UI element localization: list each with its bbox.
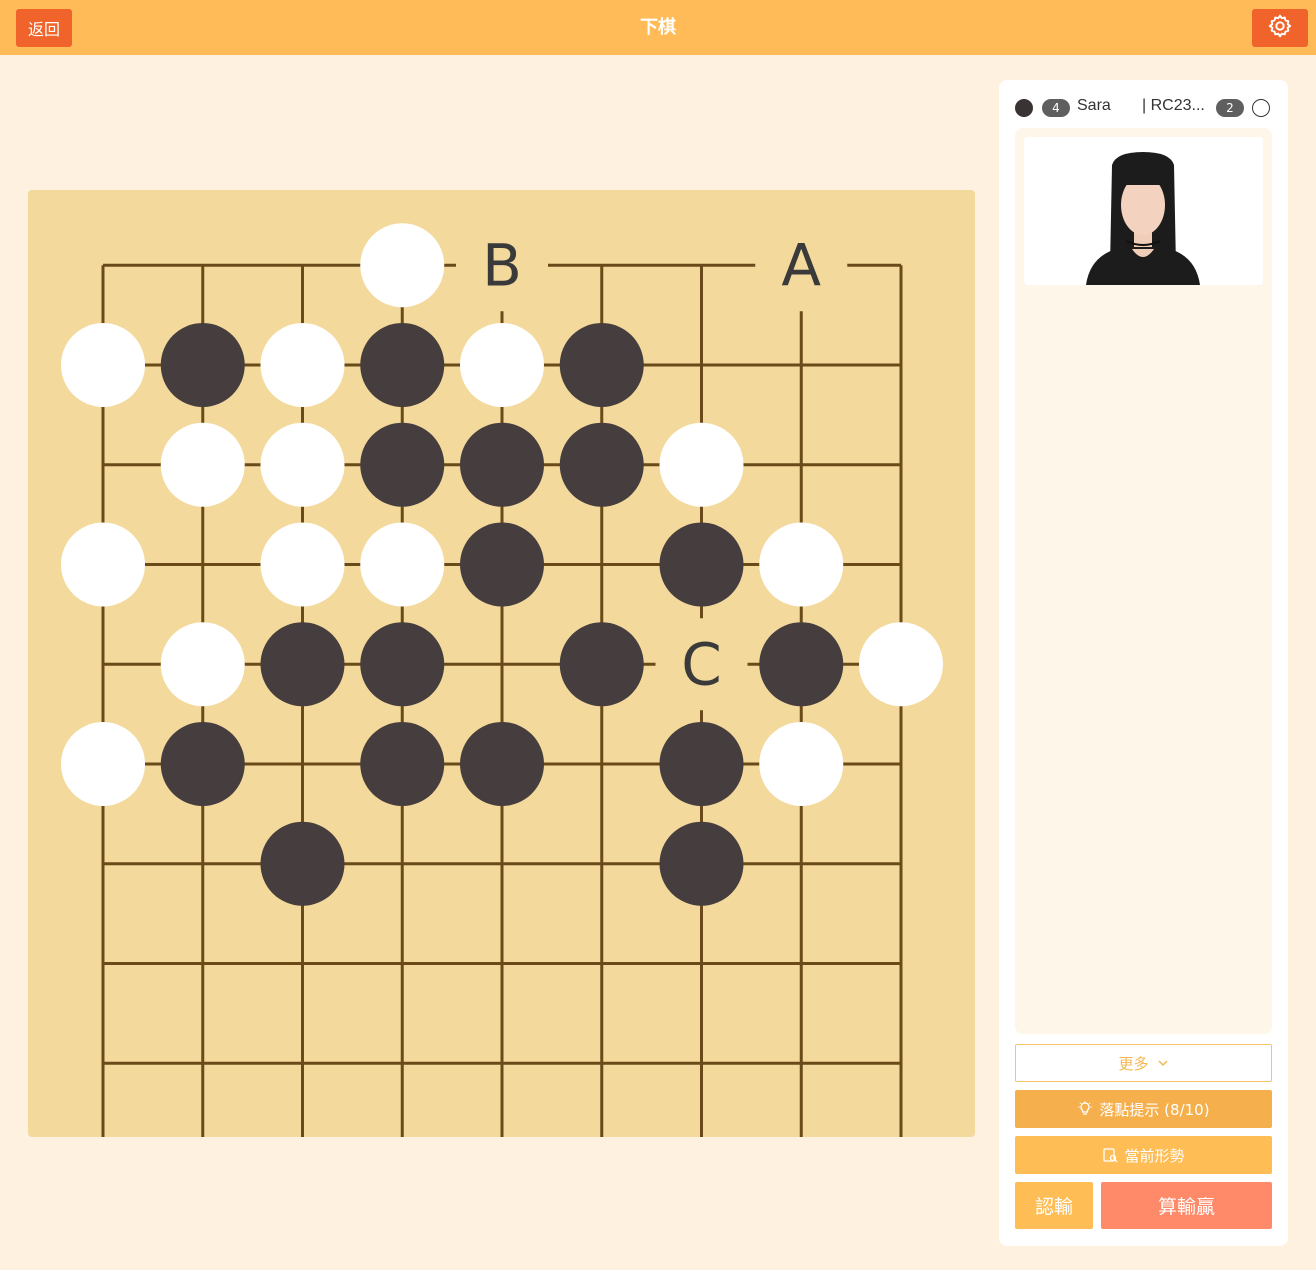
top-bar: 返回 下棋 — [0, 0, 1316, 55]
black-stone — [559, 622, 644, 707]
board-canvas[interactable]: B A C — [28, 190, 975, 1137]
black-stone-icon — [1015, 99, 1033, 117]
black-stone — [559, 422, 644, 507]
black-stone — [460, 522, 544, 607]
situation-label: 當前形勢 — [1124, 1146, 1185, 1165]
black-stone — [659, 722, 744, 806]
black-stone — [360, 422, 445, 507]
black-stone — [460, 422, 544, 507]
black-stone — [559, 323, 644, 407]
white-stone — [360, 522, 445, 607]
black-stone — [360, 323, 445, 407]
avatar — [1024, 137, 1263, 285]
white-stone — [260, 422, 345, 507]
board-label: C — [681, 630, 722, 698]
black-stone — [260, 821, 345, 906]
white-stone — [260, 323, 345, 407]
white-stone — [859, 622, 943, 707]
black-stone — [360, 622, 445, 707]
board-analysis-icon — [1102, 1147, 1118, 1163]
black-stone — [360, 722, 445, 806]
player-bar: 4 Sara | RC23... 2 — [999, 94, 1288, 122]
board-label: A — [781, 231, 821, 299]
more-label: 更多 — [1118, 1054, 1149, 1073]
side-panel: 4 Sara | RC23... 2 更多 落點提示 (8/10) 當前形勢 認… — [999, 80, 1288, 1246]
black-stone — [260, 622, 345, 707]
chevron-down-icon — [1157, 1057, 1169, 1069]
white-stone — [360, 223, 445, 308]
go-board[interactable]: B A C — [28, 190, 975, 1137]
white-player-name: | RC23... — [1142, 97, 1205, 114]
hint-button[interactable]: 落點提示 (8/10) — [1015, 1090, 1272, 1128]
white-stone — [759, 522, 844, 607]
board-label: B — [482, 231, 522, 299]
more-button[interactable]: 更多 — [1015, 1044, 1272, 1082]
white-stone — [160, 622, 245, 707]
white-stone-icon — [1252, 99, 1270, 117]
black-stone — [659, 821, 744, 906]
black-player-name: Sara — [1077, 97, 1111, 114]
page-title: 下棋 — [640, 17, 676, 38]
black-stone — [160, 722, 245, 806]
settings-button[interactable] — [1252, 9, 1308, 47]
black-stone — [659, 522, 744, 607]
black-capture-count: 4 — [1042, 99, 1070, 117]
lightbulb-icon — [1077, 1101, 1093, 1117]
white-stone — [160, 422, 245, 507]
resign-button[interactable]: 認輸 — [1015, 1182, 1093, 1229]
white-stone — [260, 522, 345, 607]
white-stone — [61, 323, 145, 407]
score-button[interactable]: 算輸贏 — [1101, 1182, 1272, 1229]
white-stone — [460, 323, 544, 407]
hint-label: 落點提示 (8/10) — [1099, 1100, 1210, 1119]
white-stone — [61, 522, 145, 607]
gear-icon — [1267, 13, 1293, 43]
white-capture-count: 2 — [1216, 99, 1244, 117]
white-stone — [61, 722, 145, 806]
opponent-area — [1015, 128, 1272, 1034]
black-stone — [759, 622, 844, 707]
black-stone — [160, 323, 245, 407]
situation-button[interactable]: 當前形勢 — [1015, 1136, 1272, 1174]
white-stone — [659, 422, 744, 507]
white-stone — [759, 722, 844, 806]
black-stone — [460, 722, 544, 806]
